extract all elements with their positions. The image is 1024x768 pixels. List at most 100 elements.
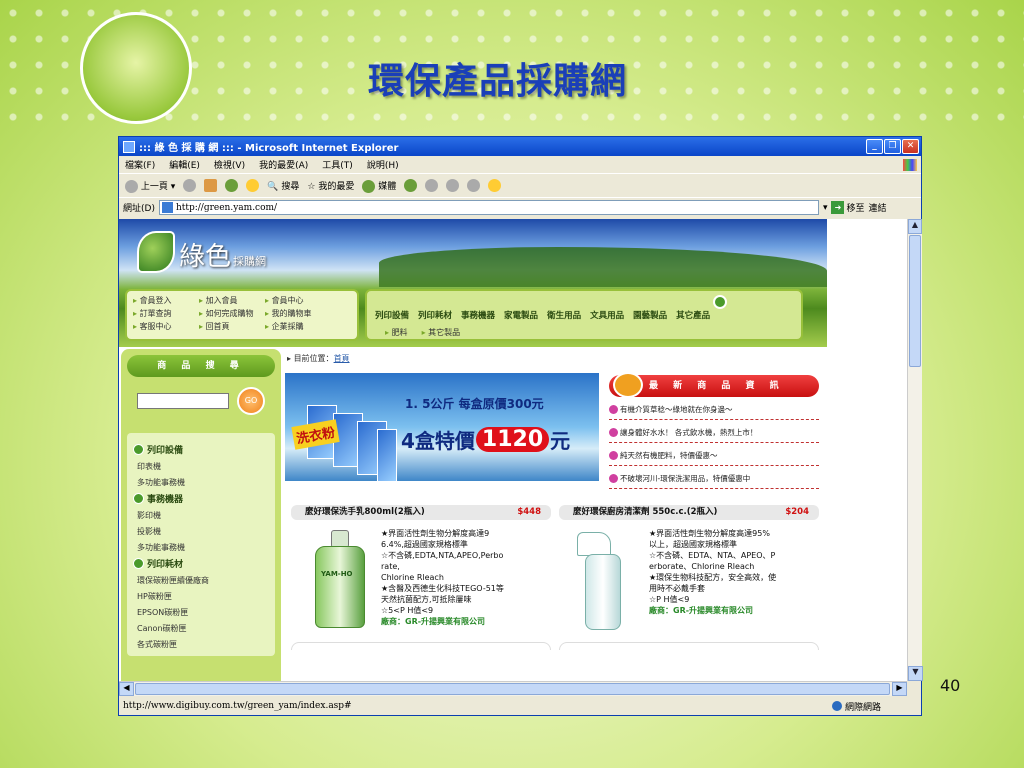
nav-other-goods[interactable]: 其它製品 xyxy=(422,327,460,338)
horizontal-scrollbar[interactable]: ◀ ▶ xyxy=(119,681,907,696)
category-item[interactable]: 投影機 xyxy=(137,526,269,537)
forward-icon[interactable] xyxy=(183,179,197,192)
stop-icon[interactable] xyxy=(204,179,218,192)
nav-printing-devices[interactable]: 列印設備 xyxy=(375,309,409,321)
search-go-button[interactable]: GO xyxy=(237,387,265,415)
menu-edit[interactable]: 編輯(E) xyxy=(169,158,200,171)
ie-icon xyxy=(123,140,135,153)
nav-office-machines[interactable]: 事務機器 xyxy=(461,309,495,321)
enterprise-link[interactable]: 企業採購 xyxy=(265,321,355,332)
product-title: 麼好環保洗手乳800ml(2瓶入) xyxy=(305,507,425,517)
category-item[interactable]: 各式碳粉匣 xyxy=(137,639,269,650)
address-url: http://green.yam.com/ xyxy=(175,202,278,213)
nav-stationery[interactable]: 文具用品 xyxy=(590,309,624,321)
nav-fertilizer[interactable]: 肥料 xyxy=(385,327,408,338)
address-dropdown-icon[interactable]: ▾ xyxy=(823,203,828,213)
horizontal-scroll-thumb[interactable] xyxy=(135,683,890,695)
nav-other-products[interactable]: 其它產品 xyxy=(676,309,710,321)
news-item[interactable]: 讓身體好水水！ 各式飲水機，熱烈上市！ xyxy=(609,427,819,443)
logo-text: 綠色 xyxy=(179,242,232,272)
news-item[interactable]: 有機介質草稔～綠地就在你身邊～ xyxy=(609,404,819,420)
promo-banner[interactable]: 洗衣粉 1. 5公斤 每盒原價300元 4盒特價 1120 元 xyxy=(285,373,599,481)
vertical-scroll-thumb[interactable] xyxy=(909,235,921,367)
news-item[interactable]: 純天然有機肥料，特價優惠～ xyxy=(609,450,819,466)
refresh-icon[interactable] xyxy=(225,179,239,192)
search-label: 搜尋 xyxy=(281,182,300,192)
category-item[interactable]: 多功能事務機 xyxy=(137,477,269,488)
messenger-icon[interactable] xyxy=(488,179,502,192)
product-search-input[interactable] xyxy=(137,393,229,409)
scroll-left-icon[interactable]: ◀ xyxy=(119,682,134,696)
category-item[interactable]: EPSON碳粉匣 xyxy=(137,607,269,618)
vertical-scrollbar[interactable]: ▲ ▼ xyxy=(907,219,923,681)
category-item[interactable]: HP碳粉匣 xyxy=(137,591,269,602)
hand-soap-image[interactable]: YAM-HO xyxy=(291,528,381,634)
address-input[interactable]: http://green.yam.com/ xyxy=(158,200,819,215)
order-query-link[interactable]: 訂單查詢 xyxy=(133,308,199,319)
category-head[interactable]: 列印設備 xyxy=(133,443,269,456)
join-member-link[interactable]: 加入會員 xyxy=(199,295,265,306)
back-button[interactable]: 上一頁 ▾ xyxy=(125,179,175,193)
product-vendor: 廠商：GR-升揚興業有限公司 xyxy=(649,606,754,615)
search-button[interactable]: 🔍 搜尋 xyxy=(267,179,299,192)
product-price: $448 xyxy=(517,507,541,517)
window-titlebar[interactable]: ::: 綠 色 採 購 網 ::: - Microsoft Internet E… xyxy=(119,137,921,156)
category-item[interactable]: 影印機 xyxy=(137,510,269,521)
minimize-button[interactable]: _ xyxy=(866,139,883,154)
category-head[interactable]: 事務機器 xyxy=(133,492,269,505)
service-center-link[interactable]: 客服中心 xyxy=(133,321,199,332)
home-link[interactable]: 回首頁 xyxy=(199,321,265,332)
news-item[interactable]: 不破壞河川-環保洗潔用品，特價優惠中 xyxy=(609,473,819,489)
nav-gardening[interactable]: 園藝製品 xyxy=(633,309,667,321)
menu-view[interactable]: 檢視(V) xyxy=(214,158,245,171)
category-item[interactable]: 多功能事務機 xyxy=(137,542,269,553)
member-links-box: 會員登入 加入會員 會員中心 訂單查詢 如何完成購物 我的購物車 客服中心 回首… xyxy=(125,289,359,341)
member-login-link[interactable]: 會員登入 xyxy=(133,295,199,306)
media-button[interactable]: 媒體 xyxy=(362,179,396,193)
nav-appliances[interactable]: 家電製品 xyxy=(504,309,538,321)
product-title: 麼好環保廚房清潔劑 550c.c.(2瓶入) xyxy=(573,507,718,517)
scroll-down-icon[interactable]: ▼ xyxy=(908,666,923,681)
member-center-link[interactable]: 會員中心 xyxy=(265,295,355,306)
mail-icon[interactable] xyxy=(425,179,439,192)
history-icon[interactable] xyxy=(404,179,418,192)
print-icon[interactable] xyxy=(446,179,460,192)
maximize-button[interactable]: ❐ xyxy=(884,139,901,154)
status-bar: http://www.digibuy.com.tw/green_yam/inde… xyxy=(119,697,921,715)
links-button[interactable]: 連結 xyxy=(869,201,887,214)
address-label: 網址(D) xyxy=(123,204,155,214)
home-icon[interactable] xyxy=(246,179,260,192)
favorites-button[interactable]: ☆ 我的最愛 xyxy=(307,179,354,192)
product-search-heading: 商 品 搜 尋 xyxy=(127,355,275,377)
product-card-footer xyxy=(559,642,819,650)
category-item[interactable]: Canon碳粉匣 xyxy=(137,623,269,634)
go-button[interactable]: ➜ 移至 xyxy=(831,201,865,214)
shopping-cart-link[interactable]: 我的購物車 xyxy=(265,308,355,319)
edit-icon[interactable] xyxy=(467,179,481,192)
category-item[interactable]: 印表機 xyxy=(137,461,269,472)
window-title: ::: 綠 色 採 購 網 ::: - Microsoft Internet E… xyxy=(139,143,399,154)
kitchen-cleaner-image[interactable] xyxy=(559,528,649,634)
site-header: 綠色 採購網 會員登入 加入會員 會員中心 訂單查詢 如何完成購物 我的購物車 … xyxy=(119,219,827,347)
product-title-bar[interactable]: 麼好環保廚房清潔劑 550c.c.(2瓶入) $204 xyxy=(559,505,819,520)
menu-favorites[interactable]: 我的最愛(A) xyxy=(259,158,308,171)
nav-sanitary[interactable]: 衛生用品 xyxy=(547,309,581,321)
page-viewport: 綠色 採購網 會員登入 加入會員 會員中心 訂單查詢 如何完成購物 我的購物車 … xyxy=(119,219,907,681)
category-head-label: 事務機器 xyxy=(147,495,184,505)
scroll-right-icon[interactable]: ▶ xyxy=(892,682,907,696)
breadcrumb-home-link[interactable]: 首頁 xyxy=(334,354,350,363)
menu-tools[interactable]: 工具(T) xyxy=(322,158,353,171)
news-badge-icon xyxy=(613,372,643,398)
site-logo[interactable]: 綠色 採購網 xyxy=(137,231,266,273)
menu-help[interactable]: 說明(H) xyxy=(367,158,399,171)
category-head[interactable]: 列印耗材 xyxy=(133,557,269,570)
scroll-up-icon[interactable]: ▲ xyxy=(908,219,922,234)
close-button[interactable]: ✕ xyxy=(902,139,919,154)
news-text: 純天然有機肥料，特價優惠～ xyxy=(620,451,718,460)
product-title-bar[interactable]: 麼好環保洗手乳800ml(2瓶入) $448 xyxy=(291,505,551,520)
how-to-shop-link[interactable]: 如何完成購物 xyxy=(199,308,265,319)
leaf-icon xyxy=(137,231,175,273)
menu-file[interactable]: 檔案(F) xyxy=(125,158,155,171)
category-item[interactable]: 環保碳粉匣續優廠商 xyxy=(137,575,269,586)
nav-printing-supplies[interactable]: 列印耗材 xyxy=(418,309,452,321)
